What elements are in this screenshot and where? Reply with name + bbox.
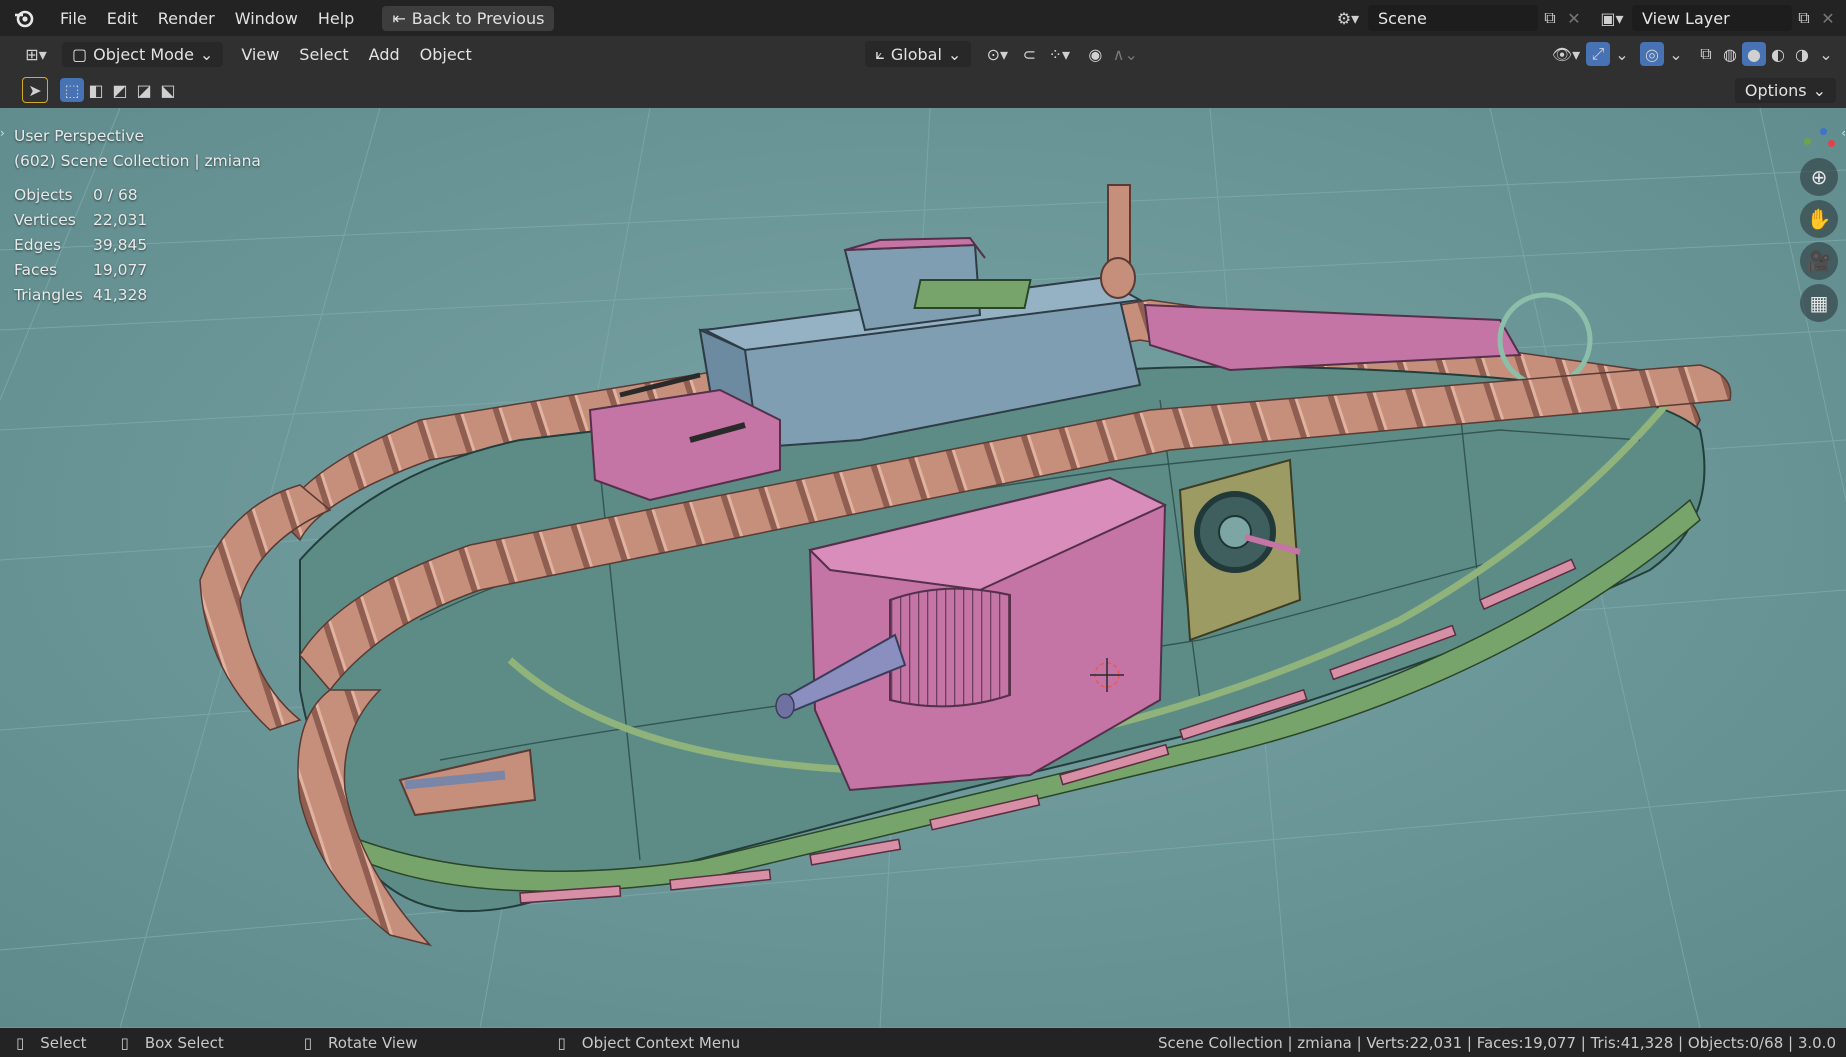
- new-scene-icon[interactable]: ⧉: [1538, 6, 1562, 30]
- menu-render[interactable]: Render: [148, 9, 225, 28]
- status-select: Select: [40, 1033, 87, 1052]
- options-dropdown[interactable]: Options ⌄: [1734, 77, 1836, 103]
- overlays-toggle-icon[interactable]: ◎: [1640, 42, 1664, 66]
- stat-value: 41,328: [93, 285, 148, 304]
- object-mode-icon: ▢: [72, 44, 88, 64]
- back-to-previous-label: Back to Previous: [411, 8, 545, 28]
- status-rotate-view: Rotate View: [328, 1033, 418, 1052]
- view-layer-selector-icon[interactable]: ▣▾: [1592, 6, 1632, 30]
- stat-edges: Edges 39,845: [14, 232, 261, 257]
- menu-view[interactable]: View: [231, 45, 289, 64]
- shading-dropdown-icon[interactable]: ⌄: [1814, 42, 1838, 66]
- menu-select[interactable]: Select: [289, 45, 358, 64]
- chevron-down-icon: ⌄: [199, 44, 214, 64]
- stat-key: Vertices: [14, 210, 76, 229]
- rendered-shading-icon[interactable]: ◑: [1790, 42, 1814, 66]
- menu-help[interactable]: Help: [308, 9, 364, 28]
- wireframe-shading-icon[interactable]: ◍: [1718, 42, 1742, 66]
- stat-value: 19,077: [93, 260, 148, 279]
- select-mode-invert-icon[interactable]: ◪: [132, 78, 156, 102]
- scene-selector-icon[interactable]: ⚙▾: [1328, 6, 1368, 30]
- mouse-left-icon: ▯: [16, 1033, 25, 1052]
- object-mode-label: Object Mode: [93, 44, 194, 64]
- orientation-icon: ⟀: [875, 44, 885, 63]
- menu-add[interactable]: Add: [359, 45, 410, 64]
- perspective-label: User Perspective: [14, 126, 145, 145]
- mouse-right-icon: ▯: [557, 1033, 566, 1052]
- snap-target-icon[interactable]: ⁘▾: [1041, 42, 1077, 66]
- mouse-middle-icon: ▯: [303, 1033, 313, 1052]
- select-mode-new-icon[interactable]: ⬚: [60, 78, 84, 102]
- top-bar: File Edit Render Window Help ⇤ Back to P…: [0, 0, 1846, 36]
- material-shading-icon[interactable]: ◐: [1766, 42, 1790, 66]
- stat-key: Objects: [14, 185, 73, 204]
- viewport-header: ⊞▾ ▢ Object Mode ⌄ View Select Add Objec…: [0, 36, 1846, 72]
- snap-toggle-icon[interactable]: ⊂: [1017, 42, 1041, 66]
- viewport-info: User Perspective (602) Scene Collection …: [14, 108, 261, 307]
- sponson-cylinder: [889, 587, 1011, 708]
- scene-name: Scene: [1378, 8, 1427, 28]
- transform-orientation-label: Global: [890, 44, 942, 64]
- menu-object[interactable]: Object: [410, 45, 482, 64]
- select-mode-intersect-icon[interactable]: ⬕: [156, 78, 180, 102]
- editor-type-icon[interactable]: ⊞▾: [18, 42, 54, 66]
- menu-file[interactable]: File: [50, 9, 97, 28]
- stat-value: 22,031: [93, 210, 148, 229]
- camera-view-icon[interactable]: 🎥: [1800, 242, 1838, 280]
- gizmo-toggle-icon[interactable]: ⤢: [1586, 42, 1610, 66]
- visibility-icon[interactable]: 👁▾: [1546, 42, 1586, 66]
- scene-field[interactable]: Scene: [1368, 5, 1538, 31]
- overlays-dropdown-icon[interactable]: ⌄: [1664, 42, 1688, 66]
- stat-key: Edges: [14, 235, 62, 254]
- back-icon: ⇤: [392, 8, 406, 28]
- ortho-toggle-icon[interactable]: ▦: [1800, 284, 1838, 322]
- solid-shading-icon[interactable]: ●: [1742, 42, 1766, 66]
- back-to-previous-button[interactable]: ⇤ Back to Previous: [382, 5, 555, 31]
- transform-orientation-dropdown[interactable]: ⟀ Global ⌄: [865, 41, 972, 67]
- status-context-menu: Object Context Menu: [581, 1033, 741, 1052]
- chevron-down-icon: ⌄: [1812, 80, 1826, 100]
- stat-vertices: Vertices 22,031: [14, 207, 261, 232]
- delete-scene-icon[interactable]: ✕: [1562, 6, 1586, 30]
- select-tool-icon[interactable]: ➤: [22, 77, 48, 103]
- menu-edit[interactable]: Edit: [97, 9, 148, 28]
- new-view-layer-icon[interactable]: ⧉: [1792, 6, 1816, 30]
- status-bar: ▯ Select ▯ Box Select ▯ Rotate View ▯ Ob…: [0, 1028, 1846, 1057]
- 3d-viewport[interactable]: User Perspective (602) Scene Collection …: [0, 108, 1846, 1028]
- chevron-down-icon: ⌄: [947, 44, 962, 64]
- status-summary: Scene Collection | zmiana | Verts:22,031…: [1158, 1033, 1836, 1052]
- stat-value: 0 / 68: [93, 185, 138, 204]
- mouse-drag-icon: ▯: [120, 1033, 129, 1052]
- tool-settings-row: ➤ ⬚ ◧ ◩ ◪ ⬕ Options ⌄: [0, 72, 1846, 108]
- stat-value: 39,845: [93, 235, 148, 254]
- pivot-point-icon[interactable]: ⊙▾: [977, 42, 1017, 66]
- proportional-editing-icon[interactable]: ◉: [1083, 42, 1107, 66]
- n-panel-toggle-icon[interactable]: ‹: [1841, 126, 1846, 140]
- select-mode-extend-icon[interactable]: ◧: [84, 78, 108, 102]
- object-mode-dropdown[interactable]: ▢ Object Mode ⌄: [62, 41, 224, 67]
- axis-gizmo[interactable]: [1798, 124, 1842, 158]
- blender-logo-icon[interactable]: [12, 6, 36, 30]
- view-layer-field[interactable]: View Layer: [1632, 5, 1792, 31]
- menu-window[interactable]: Window: [225, 9, 308, 28]
- gizmo-dropdown-icon[interactable]: ⌄: [1610, 42, 1634, 66]
- status-box-select: Box Select: [144, 1033, 224, 1052]
- sidebar-toggle-icon[interactable]: ›: [0, 126, 5, 140]
- select-mode-subtract-icon[interactable]: ◩: [108, 78, 132, 102]
- pan-hand-icon[interactable]: ✋: [1800, 200, 1838, 238]
- zoom-icon[interactable]: ⊕: [1800, 158, 1838, 196]
- stat-faces: Faces 19,077: [14, 257, 261, 282]
- stat-key: Triangles: [14, 285, 83, 304]
- stat-objects: Objects 0 / 68: [14, 182, 261, 207]
- viewport-scene[interactable]: [0, 108, 1846, 1028]
- collection-label: (602) Scene Collection | zmiana: [14, 151, 261, 170]
- stat-triangles: Triangles 41,328: [14, 282, 261, 307]
- options-label: Options: [1744, 80, 1807, 100]
- stat-key: Faces: [14, 260, 58, 279]
- view-layer-name: View Layer: [1642, 8, 1730, 28]
- delete-view-layer-icon[interactable]: ✕: [1816, 6, 1840, 30]
- falloff-icon[interactable]: ∧⌄: [1107, 42, 1143, 66]
- xray-toggle-icon[interactable]: ⧉: [1694, 42, 1718, 66]
